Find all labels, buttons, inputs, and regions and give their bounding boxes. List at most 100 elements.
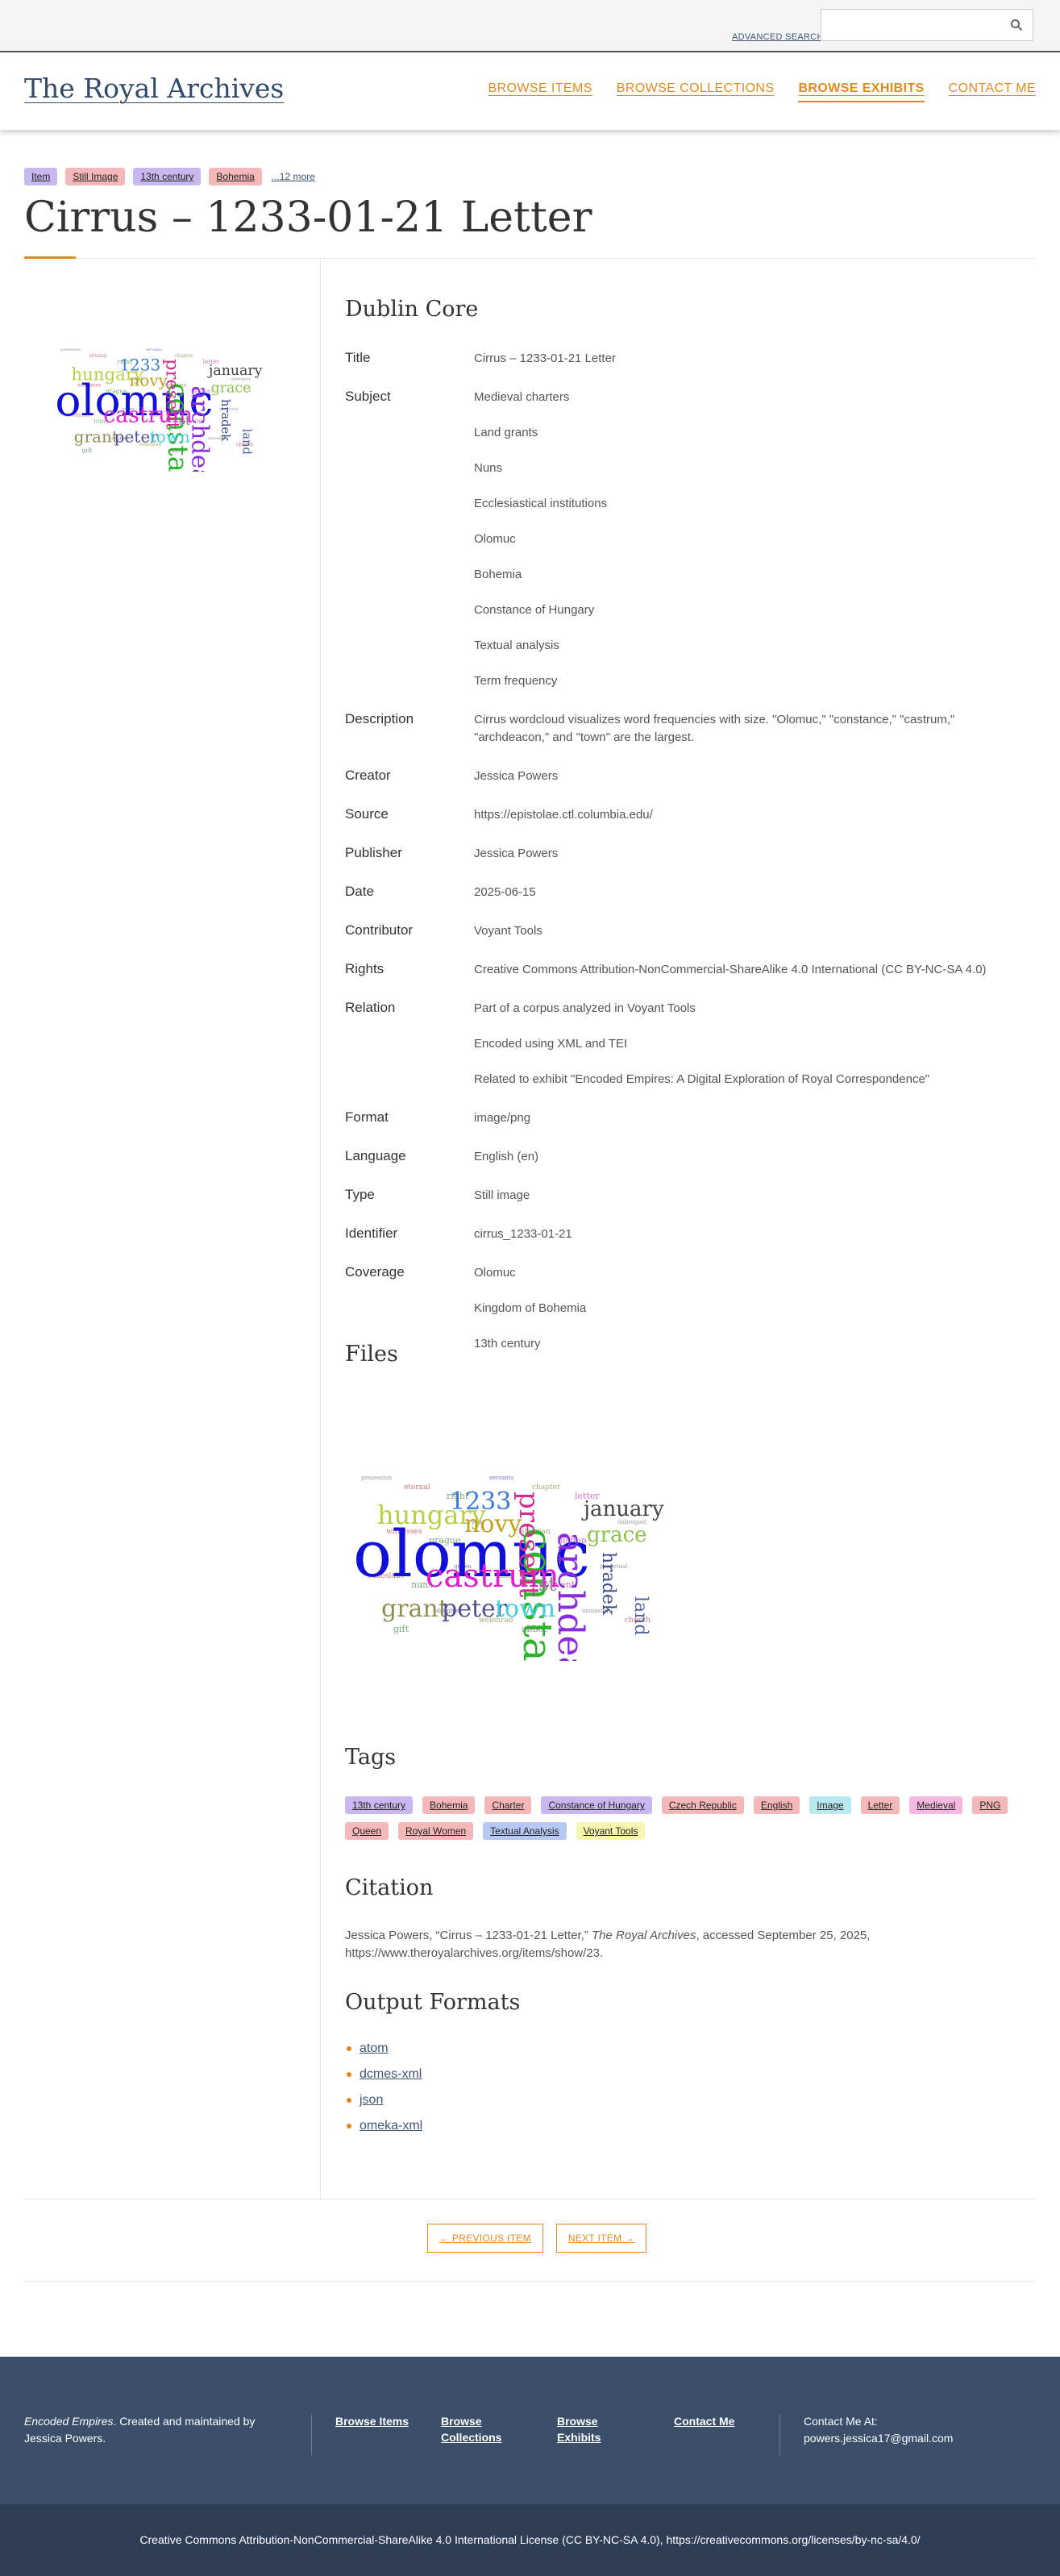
format-link-atom[interactable]: atom — [360, 2041, 389, 2055]
thumb-word-archdeacon: archdeacon — [186, 385, 214, 472]
citation-site: The Royal Archives — [591, 1929, 696, 1942]
dc-value: Cirrus wordcloud visualizes word frequen… — [474, 713, 955, 744]
thumb-word-small: possession — [60, 347, 81, 352]
dc-row-coverage: Coverage Olomuc Kingdom of Bohemia 13th cen… — [345, 1261, 1022, 1356]
dc-value: Olomuc — [474, 532, 516, 546]
footer-contact-email[interactable]: powers.jessica17@gmail.com — [804, 2430, 953, 2447]
dc-values: Part of a corpus analyzed in Voyant Tool… — [474, 997, 1022, 1092]
tag-image[interactable]: Image — [809, 1796, 851, 1814]
tag-charter[interactable]: Charter — [484, 1796, 532, 1814]
item-thumbnail-wordcloud[interactable]: possessioneternalrightservantschapterlet… — [40, 310, 274, 472]
dc-values: Still image — [474, 1184, 1022, 1208]
top-tag-bohemia[interactable]: Bohemia — [209, 168, 262, 185]
top-tag-item[interactable]: Item — [24, 168, 58, 185]
format-item: atom — [345, 2040, 422, 2058]
tag-textual-analysis[interactable]: Textual Analysis — [483, 1822, 567, 1840]
dc-value: Still image — [474, 1188, 530, 1202]
tag-czech-republic[interactable]: Czech Republic — [661, 1796, 744, 1814]
dc-value: English (en) — [474, 1150, 539, 1163]
site-header: The Royal Archives BROWSE ITEMS BROWSE C… — [0, 52, 1060, 130]
footer-link-contact-me[interactable]: Contact Me — [674, 2413, 734, 2429]
dc-value: Textual analysis — [474, 639, 559, 652]
thumb-word-small: chapter — [174, 353, 193, 359]
tag-medieval[interactable]: Medieval — [909, 1796, 963, 1814]
top-tag-13th-century[interactable]: 13th century — [133, 168, 202, 185]
dc-values: Medieval charters Land grants Nuns Ecclesia… — [474, 385, 1022, 693]
tag-list: 13th century Bohemia Charter Constance of H… — [345, 1796, 1022, 1840]
tag-queen[interactable]: Queen — [345, 1822, 389, 1840]
dc-row-rights: Rights Creative Commons Attribution-NonCo… — [345, 958, 1022, 982]
files-word-novy: novy — [464, 1510, 522, 1538]
dc-label: Publisher — [345, 845, 402, 860]
dc-value: Ecclesiastical institutions — [474, 497, 608, 510]
thumb-word-small: eternal — [89, 353, 106, 359]
citation-prefix: Jessica Powers, “Cirrus – 1233-01-21 Let… — [345, 1929, 592, 1942]
site-footer: Encoded Empires. Created and maintained … — [0, 2357, 1060, 2504]
dc-values: Jessica Powers — [474, 764, 1022, 789]
dc-row-type: Type Still image — [345, 1184, 1022, 1208]
previous-item-button[interactable]: ← PREVIOUS ITEM — [427, 2224, 543, 2253]
search-input[interactable] — [821, 10, 1015, 40]
tag-constance-of-hungary[interactable]: Constance of Hungary — [541, 1796, 652, 1814]
footer-license-bar: Creative Commons Attribution-NonCommerci… — [0, 2504, 1060, 2576]
nav-browse-exhibits[interactable]: BROWSE EXHIBITS — [798, 81, 925, 102]
files-word-january: january — [581, 1497, 664, 1521]
footer-contact: Contact Me At: powers.jessica17@gmail.co… — [804, 2413, 953, 2447]
file-wordcloud-image[interactable]: possessioneternalrightservantschapterlet… — [345, 1419, 667, 1661]
dc-label: Contributor — [345, 922, 414, 938]
dc-value: Part of a corpus analyzed in Voyant Tool… — [474, 1001, 696, 1015]
search-box[interactable] — [821, 9, 1033, 41]
dc-value: Constance of Hungary — [474, 603, 595, 617]
site-title-link[interactable]: The Royal Archives — [24, 73, 284, 104]
format-link-json[interactable]: json — [360, 2093, 383, 2107]
tag-13th-century[interactable]: 13th century — [345, 1796, 414, 1814]
dc-values: Creative Commons Attribution-NonCommerci… — [474, 958, 1022, 982]
next-item-button[interactable]: NEXT ITEM → — [555, 2224, 647, 2253]
more-tags-link[interactable]: ...12 more — [272, 171, 315, 182]
dublin-core-list: Title Cirrus – 1233-01-21 Letter Subject Me… — [345, 347, 1022, 1371]
dc-label: Description — [345, 711, 414, 726]
nav-contact-me[interactable]: CONTACT ME — [949, 81, 1036, 102]
tag-voyant-tools[interactable]: Voyant Tools — [576, 1822, 646, 1840]
dc-value: Nuns — [474, 461, 503, 475]
dc-label: Format — [345, 1109, 389, 1125]
dc-value: Jessica Powers — [474, 769, 559, 783]
thumb-word-grant: grant — [74, 427, 118, 446]
format-link-omeka-xml[interactable]: omeka-xml — [360, 2119, 422, 2133]
dc-label: Relation — [345, 1000, 396, 1015]
dc-row-contributor: Contributor Voyant Tools — [345, 919, 1022, 943]
dc-values: image/png — [474, 1106, 1022, 1130]
nav-browse-items[interactable]: BROWSE ITEMS — [488, 81, 592, 102]
output-formats-list: atom dcmes-xml json omeka-xml — [345, 2040, 422, 2143]
format-link-dcmes-xml[interactable]: dcmes-xml — [360, 2067, 422, 2081]
search-icon[interactable] — [1010, 19, 1023, 31]
footer-contact-label: Contact Me At: — [804, 2415, 878, 2428]
thumb-word-grace: grace — [211, 380, 251, 396]
dc-values: https://epistolae.ctl.columbia.edu/ — [474, 803, 1022, 827]
dc-values: cirrus_1233-01-21 — [474, 1222, 1022, 1246]
dc-value: Voyant Tools — [474, 924, 542, 938]
tag-english[interactable]: English — [753, 1796, 800, 1814]
nav-browse-collections[interactable]: BROWSE COLLECTIONS — [617, 81, 775, 102]
footer-license-text: Creative Commons Attribution-NonCommerci… — [139, 2533, 921, 2546]
files-word-hradek: hradek — [598, 1552, 618, 1616]
dc-value: image/png — [474, 1111, 531, 1125]
advanced-search-link[interactable]: ADVANCED SEARCH — [732, 32, 824, 42]
tag-bohemia[interactable]: Bohemia — [422, 1796, 476, 1814]
dc-row-description: Description Cirrus wordcloud visualizes w… — [345, 708, 1022, 750]
dc-value: cirrus_1233-01-21 — [474, 1227, 572, 1241]
dc-label: Date — [345, 884, 374, 899]
dc-values: Cirrus – 1233-01-21 Letter — [474, 347, 1022, 371]
footer-link-browse-items[interactable]: Browse Items — [335, 2413, 409, 2429]
dc-value: Related to exhibit "Encoded Empires: A D… — [474, 1072, 930, 1086]
tag-letter[interactable]: Letter — [860, 1796, 900, 1814]
footer-link-browse-exhibits[interactable]: Browse Exhibits — [557, 2413, 613, 2445]
thumb-word-hradek: hradek — [218, 399, 232, 441]
title-divider — [24, 258, 1036, 259]
dc-row-identifier: Identifier cirrus_1233-01-21 — [345, 1222, 1022, 1246]
footer-link-browse-collections[interactable]: Browse Collections — [441, 2413, 505, 2445]
tag-png[interactable]: PNG — [972, 1796, 1008, 1814]
tag-royal-women[interactable]: Royal Women — [398, 1822, 474, 1840]
top-tag-still-image[interactable]: Still Image — [65, 168, 126, 185]
format-item: json — [345, 2091, 422, 2109]
